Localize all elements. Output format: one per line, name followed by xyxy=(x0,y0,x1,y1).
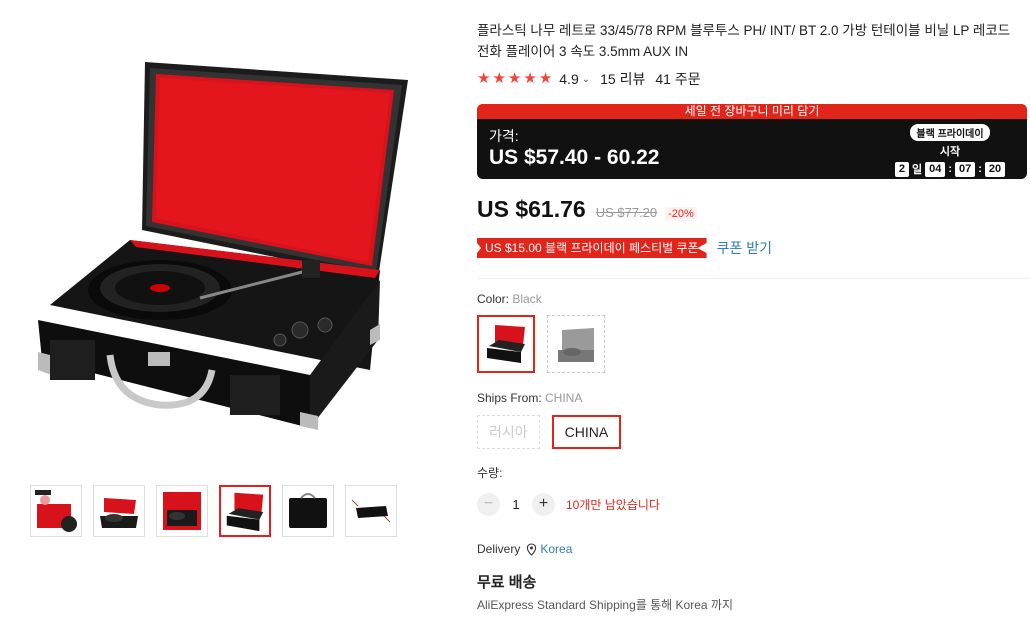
coupon-row: US $15.00 블랙 프라이데이 페스티벌 쿠폰 쿠폰 받기 xyxy=(477,238,772,258)
countdown-separator: : xyxy=(978,163,982,175)
quantity-value[interactable]: 1 xyxy=(500,497,532,512)
ships-from-option-china[interactable]: CHINA xyxy=(551,415,622,449)
reviews-count[interactable]: 15 리뷰 xyxy=(600,69,645,89)
star-icon: ★ xyxy=(507,70,522,87)
thumbnail-2[interactable] xyxy=(93,485,145,537)
thumbnail-4[interactable] xyxy=(219,485,271,537)
ships-from-value: CHINA xyxy=(545,391,583,405)
ships-from-label-text: Ships From: xyxy=(477,391,546,405)
color-swatch-gray[interactable] xyxy=(547,315,605,373)
thumbnail-3[interactable] xyxy=(156,485,208,537)
quantity-label: 수량: xyxy=(477,466,503,480)
section-divider xyxy=(477,278,1030,279)
promo-price-range: US $57.40 - 60.22 xyxy=(489,146,660,169)
thumbnail-strip xyxy=(30,485,397,537)
countdown-separator: : xyxy=(948,163,952,175)
color-swatches xyxy=(477,315,605,373)
black-friday-badge: 블랙 프라이데이 xyxy=(910,124,990,141)
black-friday-promo-banner: 세일 전 장바구니 미리 담기 가격: US $57.40 - 60.22 블랙… xyxy=(477,104,1027,179)
thumbnail-1[interactable] xyxy=(30,485,82,537)
countdown-minutes: 07 xyxy=(955,161,976,177)
shipping-description: AliExpress Standard Shipping를 통해 Korea 까… xyxy=(477,598,733,612)
color-swatch-black[interactable] xyxy=(477,315,535,373)
quantity-increase-button[interactable]: + xyxy=(532,493,555,516)
promo-price-label: 가격: xyxy=(489,128,519,144)
chevron-down-icon[interactable]: ⌄ xyxy=(582,74,590,85)
rating-value[interactable]: 4.9 xyxy=(559,71,578,87)
countdown-timer: 2 일 04 : 07 : 20 xyxy=(885,161,1015,177)
promo-start-label: 시작 xyxy=(939,146,961,158)
product-gallery xyxy=(0,0,460,619)
color-value: Black xyxy=(512,292,542,306)
coupon-tag[interactable]: US $15.00 블랙 프라이데이 페스티벌 쿠폰 xyxy=(477,238,707,258)
star-icon: ★ xyxy=(492,70,506,87)
current-price: US $61.76 xyxy=(477,196,586,222)
star-icon: ★ xyxy=(477,70,491,87)
delivery-row: Delivery Korea xyxy=(477,542,572,556)
quantity-decrease-button[interactable]: − xyxy=(477,493,500,516)
countdown-hours: 04 xyxy=(925,161,946,177)
product-title: 플라스틱 나무 레트로 33/45/78 RPM 블루투스 PH/ INT/ B… xyxy=(477,23,1011,59)
promo-countdown-panel: 블랙 프라이데이 시작 2 일 04 : 07 : 20 xyxy=(885,124,1015,177)
star-icon: ★ xyxy=(538,70,553,87)
location-pin-icon xyxy=(527,542,537,556)
star-icon: ★ xyxy=(523,70,537,87)
thumbnail-5[interactable] xyxy=(282,485,334,537)
ships-from-options: 러시아 CHINA xyxy=(477,415,622,449)
color-label: Color: Black xyxy=(477,292,542,306)
ships-from-label: Ships From: CHINA xyxy=(477,391,582,405)
quantity-stepper: − 1 + 10개만 남았습니다 xyxy=(477,493,660,516)
rating-row: ★ ★ ★ ★ ★ 4.9 ⌄ 15 리뷰 41 주문 xyxy=(477,69,1030,89)
discount-badge: -20% xyxy=(665,207,697,221)
countdown-seconds: 20 xyxy=(984,161,1006,177)
thumbnail-6[interactable] xyxy=(345,485,397,537)
ships-from-option-russia[interactable]: 러시아 xyxy=(477,415,540,449)
price-row: US $61.76 US $77.20 -20% xyxy=(477,196,697,223)
delivery-label: Delivery xyxy=(477,542,521,556)
promo-banner-text: 세일 전 장바구니 미리 담기 xyxy=(477,104,1027,119)
delivery-location-link[interactable]: Korea xyxy=(540,542,572,556)
shipping-title: 무료 배송 xyxy=(477,574,537,591)
main-product-image[interactable] xyxy=(20,40,420,440)
color-label-text: Color: xyxy=(477,292,513,306)
countdown-days: 2 xyxy=(894,161,909,177)
orders-count: 41 주문 xyxy=(655,71,701,87)
stock-note: 10개만 남았습니다 xyxy=(566,498,660,512)
original-price: US $77.20 xyxy=(595,205,658,220)
rating-stars: ★ ★ ★ ★ ★ xyxy=(477,71,552,87)
countdown-day-unit: 일 xyxy=(911,164,923,176)
product-info: 플라스틱 나무 레트로 33/45/78 RPM 블루투스 PH/ INT/ B… xyxy=(477,0,1030,612)
get-coupon-link[interactable]: 쿠폰 받기 xyxy=(717,238,772,258)
